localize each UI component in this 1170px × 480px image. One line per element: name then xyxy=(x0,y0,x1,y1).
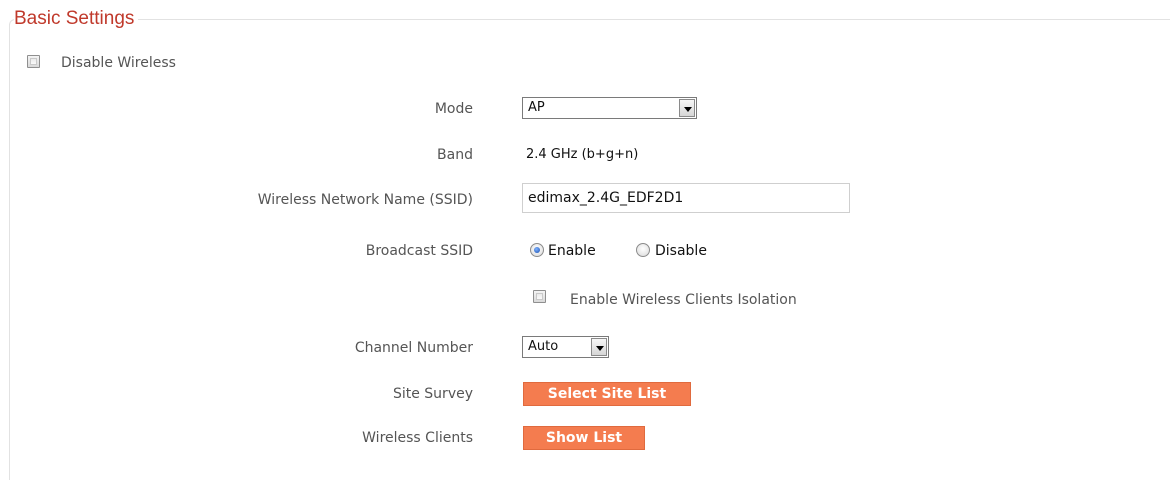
section-title: Basic Settings xyxy=(14,8,139,30)
client-isolation-label: Enable Wireless Clients Isolation xyxy=(570,292,797,308)
disable-wireless-checkbox[interactable] xyxy=(27,55,40,68)
ssid-label: Wireless Network Name (SSID) xyxy=(257,192,473,208)
chevron-down-icon[interactable] xyxy=(679,99,695,117)
client-isolation-checkbox[interactable] xyxy=(533,290,546,303)
wireless-clients-label: Wireless Clients xyxy=(362,430,473,446)
band-value: 2.4 GHz (b+g+n) xyxy=(526,147,639,162)
mode-select[interactable]: AP xyxy=(522,97,697,119)
mode-selected-value: AP xyxy=(528,100,545,115)
select-site-list-button[interactable]: Select Site List xyxy=(523,382,691,406)
broadcast-disable-radio[interactable] xyxy=(636,243,650,257)
show-list-button[interactable]: Show List xyxy=(523,426,645,450)
channel-select[interactable]: Auto xyxy=(522,336,609,358)
ssid-input[interactable]: edimax_2.4G_EDF2D1 xyxy=(522,183,850,213)
broadcast-enable-label[interactable]: Enable xyxy=(548,242,596,260)
broadcast-enable-radio[interactable] xyxy=(530,243,544,257)
channel-selected-value: Auto xyxy=(528,339,559,354)
chevron-down-icon[interactable] xyxy=(591,338,607,356)
broadcast-disable-label[interactable]: Disable xyxy=(655,242,707,260)
broadcast-ssid-label: Broadcast SSID xyxy=(365,243,473,259)
band-label: Band xyxy=(437,147,473,163)
site-survey-label: Site Survey xyxy=(392,386,473,402)
channel-number-label: Channel Number xyxy=(354,340,473,356)
disable-wireless-label: Disable Wireless xyxy=(61,55,176,71)
mode-label: Mode xyxy=(434,101,473,117)
